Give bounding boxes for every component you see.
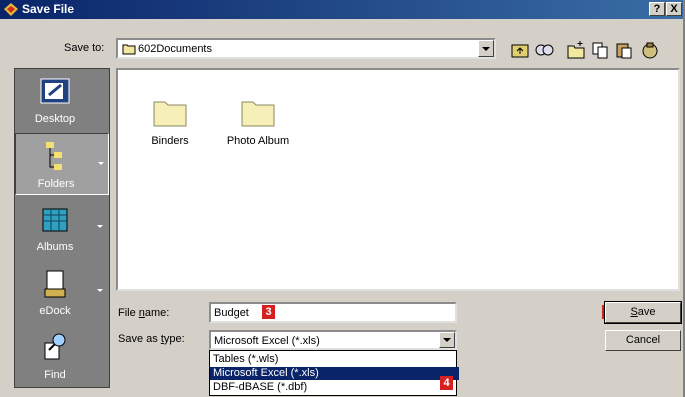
window-title: Save File bbox=[22, 2, 75, 16]
option-dbf[interactable]: DBF-dBASE (*.dbf) bbox=[210, 381, 459, 394]
up-one-level-icon[interactable] bbox=[510, 40, 530, 60]
edock-icon bbox=[44, 270, 66, 298]
folder-small-icon bbox=[122, 44, 136, 55]
option-tables[interactable]: Tables (*.wls) bbox=[210, 353, 459, 366]
file-name: Photo Album bbox=[226, 135, 290, 147]
close-button[interactable]: X bbox=[666, 2, 682, 16]
file-name-input[interactable]: Budget bbox=[209, 302, 457, 323]
place-folders[interactable]: Folders bbox=[15, 133, 109, 195]
save-to-label: Save to: bbox=[64, 42, 105, 54]
find-icon bbox=[44, 333, 66, 360]
folders-tree-icon bbox=[46, 142, 62, 170]
new-folder-icon[interactable] bbox=[566, 40, 586, 60]
folder-icon bbox=[241, 101, 275, 127]
app-logo-icon bbox=[4, 3, 18, 16]
place-label: Desktop bbox=[34, 113, 76, 125]
step-badge-3: 3 bbox=[262, 305, 275, 319]
save-to-value: 602Documents bbox=[138, 43, 212, 55]
place-label: Albums bbox=[36, 241, 74, 253]
search-web-icon[interactable] bbox=[534, 40, 554, 60]
albums-icon bbox=[42, 208, 68, 232]
save-button[interactable]: Save bbox=[604, 301, 682, 324]
place-label: Folders bbox=[37, 178, 75, 190]
places-bar: Desktop Folders Albums eDock Find bbox=[14, 68, 110, 388]
file-name: Binders bbox=[151, 135, 189, 147]
place-label: eDock bbox=[39, 305, 71, 317]
place-desktop[interactable]: Desktop bbox=[15, 69, 109, 131]
place-edock[interactable]: eDock bbox=[15, 261, 109, 323]
list-item[interactable]: Binders bbox=[130, 96, 210, 147]
file-name-label: File name: bbox=[118, 307, 170, 319]
folder-icon bbox=[153, 101, 187, 127]
chevron-down-icon[interactable] bbox=[97, 225, 103, 228]
save-as-type-label: Save as type: bbox=[118, 333, 185, 345]
list-item[interactable]: Photo Album bbox=[218, 96, 298, 147]
chevron-down-icon[interactable] bbox=[98, 162, 104, 165]
save-as-type-value: Microsoft Excel (*.xls) bbox=[214, 335, 320, 347]
save-as-type-options: Tables (*.wls) Microsoft Excel (*.xls) D… bbox=[209, 350, 459, 396]
tools-icon[interactable] bbox=[640, 40, 660, 60]
paste-icon[interactable] bbox=[614, 40, 634, 60]
copy-icon[interactable] bbox=[590, 40, 610, 60]
chevron-down-icon[interactable] bbox=[439, 332, 455, 348]
option-excel[interactable]: Microsoft Excel (*.xls) bbox=[210, 367, 459, 380]
save-file-dialog: Save File ? X Save to: 602Documents Desk bbox=[0, 0, 685, 397]
save-to-dropdown[interactable]: 602Documents bbox=[116, 38, 496, 59]
file-name-value: Budget bbox=[214, 307, 249, 319]
cancel-button[interactable]: Cancel bbox=[605, 330, 681, 351]
place-find[interactable]: Find bbox=[15, 325, 109, 387]
step-badge-4: 4 bbox=[440, 376, 453, 390]
chevron-down-icon[interactable] bbox=[97, 289, 103, 292]
save-as-type-dropdown[interactable]: Microsoft Excel (*.xls) bbox=[209, 330, 457, 350]
place-label: Find bbox=[44, 369, 66, 381]
file-list[interactable]: Binders Photo Album bbox=[116, 68, 680, 291]
chevron-down-icon[interactable] bbox=[478, 40, 494, 57]
title-bar[interactable]: Save File ? X bbox=[0, 0, 683, 19]
place-albums[interactable]: Albums bbox=[15, 197, 109, 259]
desktop-icon bbox=[40, 78, 70, 104]
help-button[interactable]: ? bbox=[649, 2, 665, 16]
